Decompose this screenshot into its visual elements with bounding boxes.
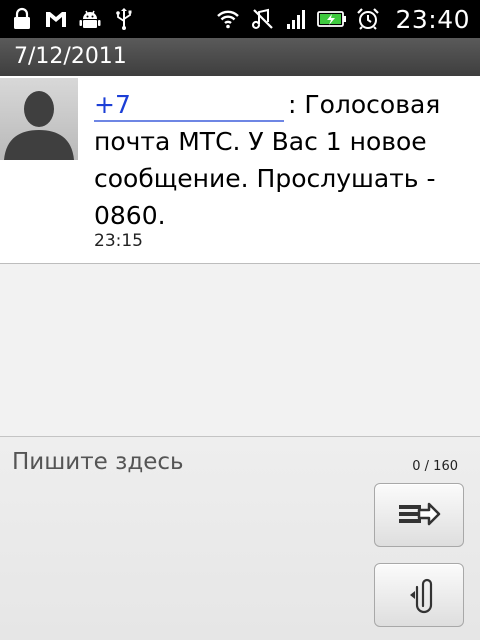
usb-icon [116, 8, 132, 30]
sender-number-link[interactable]: +7 [94, 90, 284, 122]
clock: 23:40 [395, 4, 470, 34]
gmail-icon [46, 12, 66, 27]
message-input-placeholder: Пишите здесь [12, 449, 184, 475]
send-message-icon [399, 502, 441, 526]
contact-silhouette-icon [4, 91, 74, 160]
lock-icon [14, 7, 30, 29]
android-debug-icon [79, 10, 101, 28]
paperclip-icon [410, 578, 433, 614]
compose-area: Пишите здесь 0 / 160 [0, 436, 480, 640]
battery-charging-icon [317, 11, 347, 27]
alarm-icon [357, 8, 380, 30]
system-icons: 23:40 [214, 5, 470, 34]
wifi-icon [217, 10, 240, 29]
message-item[interactable]: +7: Голосовая почта МТС. У Вас 1 новое с… [0, 76, 480, 264]
character-counter: 0 / 160 [412, 459, 458, 474]
message-thread[interactable]: +7: Голосовая почта МТС. У Вас 1 новое с… [0, 76, 480, 436]
status-bar: 23:40 [0, 0, 480, 38]
contact-avatar[interactable] [0, 78, 78, 160]
message-input[interactable]: Пишите здесь [0, 437, 370, 640]
signal-icon [287, 10, 306, 29]
no-sound-icon [252, 8, 274, 29]
message-body: +7: Голосовая почта МТС. У Вас 1 новое с… [94, 86, 466, 234]
send-button[interactable] [374, 483, 464, 547]
notification-icons [10, 7, 136, 31]
message-timestamp: 23:15 [94, 231, 143, 251]
attach-button[interactable] [374, 563, 464, 627]
date-header: 7/12/2011 [0, 38, 480, 76]
